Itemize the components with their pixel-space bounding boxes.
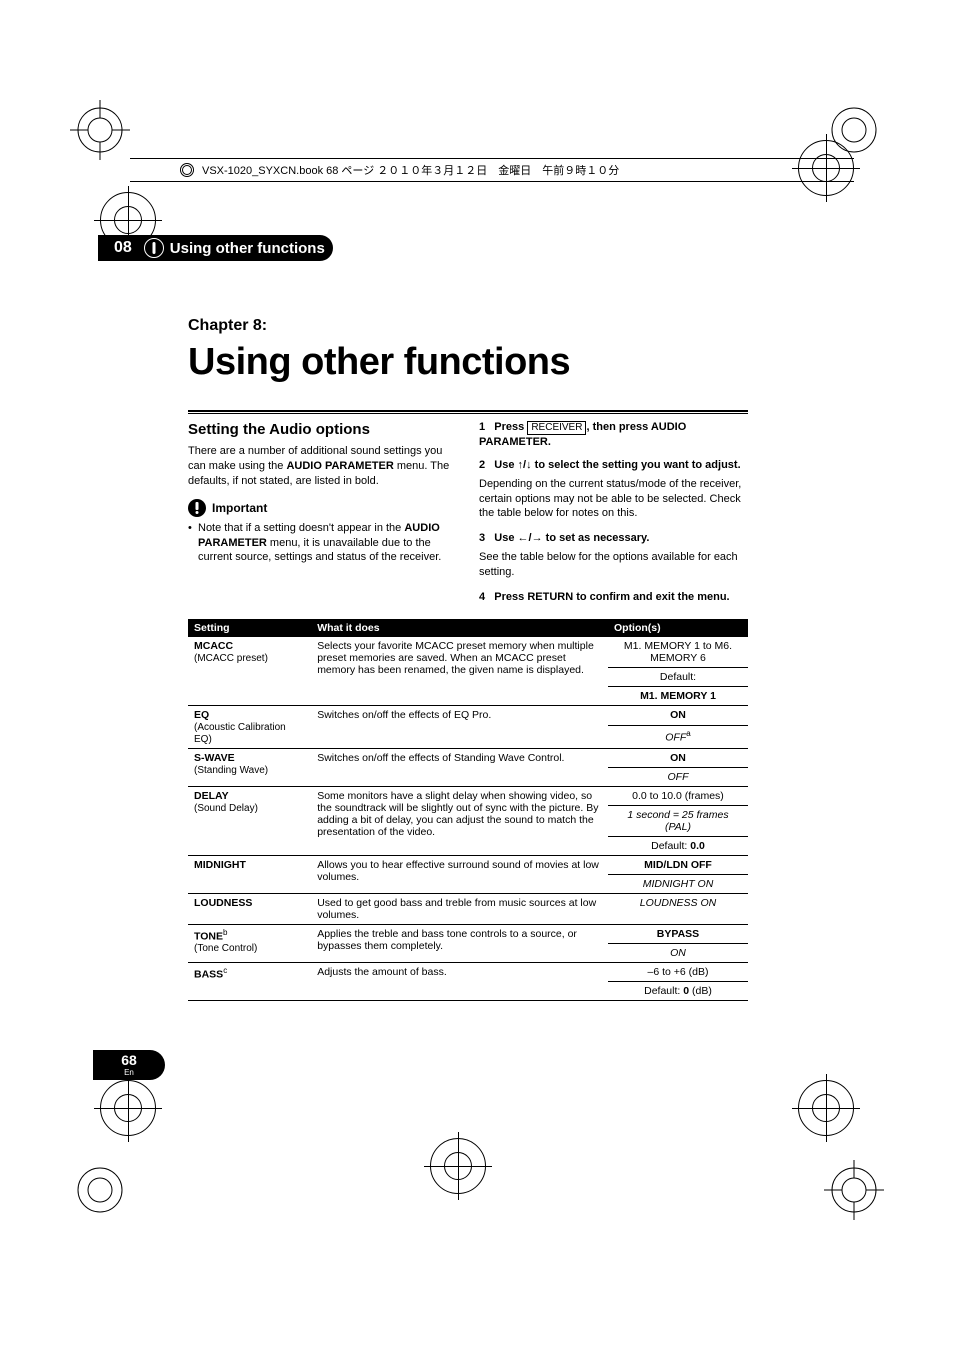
col-setting: Setting <box>188 619 311 637</box>
registration-mark-icon <box>70 1160 130 1220</box>
important-callout: Important <box>188 499 457 517</box>
setting-cell: MCACC(MCACC preset) <box>188 637 311 706</box>
setting-cell: TONEb(Tone Control) <box>188 924 311 962</box>
registration-mark-icon <box>70 100 130 160</box>
book-mark-icon <box>180 163 194 177</box>
col-options: Option(s) <box>608 619 748 637</box>
crosshair-icon <box>430 1138 486 1194</box>
desc-cell: Switches on/off the effects of EQ Pro. <box>311 705 608 748</box>
important-bullet: Note that if a setting doesn't appear in… <box>188 521 457 566</box>
settings-table: Setting What it does Option(s) MCACC(MCA… <box>188 619 748 1001</box>
desc-cell: Some monitors have a slight delay when s… <box>311 786 608 855</box>
table-row: BASScAdjusts the amount of bass.–6 to +6… <box>188 962 748 981</box>
setting-cell: BASSc <box>188 962 311 1000</box>
crosshair-icon <box>100 1080 156 1136</box>
option-cell: –6 to +6 (dB) <box>608 962 748 981</box>
table-row: MCACC(MCACC preset)Selects your favorite… <box>188 637 748 668</box>
table-row: LOUDNESSUsed to get good bass and treble… <box>188 893 748 924</box>
registration-mark-icon <box>824 1160 884 1220</box>
desc-cell: Applies the treble and bass tone control… <box>311 924 608 962</box>
option-cell: BYPASS <box>608 924 748 943</box>
option-cell: LOUDNESS ON <box>608 893 748 924</box>
source-file-text: VSX-1020_SYXCN.book 68 ページ ２０１０年３月１２日 金曜… <box>202 162 619 178</box>
option-cell: ON <box>608 748 748 767</box>
setting-cell: DELAY(Sound Delay) <box>188 786 311 855</box>
section-title: Using other functions <box>170 240 325 257</box>
desc-cell: Selects your favorite MCACC preset memor… <box>311 637 608 706</box>
important-icon <box>188 499 206 517</box>
left-column: Setting the Audio options There are a nu… <box>188 420 457 609</box>
option-cell: MID/LDN OFF <box>608 855 748 874</box>
option-cell: M1. MEMORY 1 to M6. MEMORY 6 <box>608 637 748 668</box>
intro-paragraph: There are a number of additional sound s… <box>188 444 457 489</box>
table-row: S-WAVE(Standing Wave)Switches on/off the… <box>188 748 748 767</box>
option-cell: MIDNIGHT ON <box>608 874 748 893</box>
title-rule <box>188 410 748 414</box>
desc-cell: Used to get good bass and treble from mu… <box>311 893 608 924</box>
option-cell: Default: 0.0 <box>608 836 748 855</box>
col-what: What it does <box>311 619 608 637</box>
setting-cell: S-WAVE(Standing Wave) <box>188 748 311 786</box>
table-row: EQ(Acoustic Calibration EQ)Switches on/o… <box>188 705 748 725</box>
section-number: 08 <box>114 239 132 257</box>
table-row: DELAY(Sound Delay)Some monitors have a s… <box>188 786 748 805</box>
important-label: Important <box>212 500 267 516</box>
option-cell: ON <box>608 705 748 725</box>
step-3-note: See the table below for the options avai… <box>479 550 748 580</box>
chapter-label: Chapter 8: <box>188 317 748 335</box>
page-number-badge: 68 En <box>93 1050 165 1080</box>
option-cell: 0.0 to 10.0 (frames) <box>608 786 748 805</box>
option-cell: Default: 0 (dB) <box>608 981 748 1000</box>
desc-cell: Switches on/off the effects of Standing … <box>311 748 608 786</box>
step-1: 1 Press RECEIVER, then press AUDIO PARAM… <box>479 420 748 450</box>
source-file-bar: VSX-1020_SYXCN.book 68 ページ ２０１０年３月１２日 金曜… <box>130 158 854 182</box>
page-number: 68 <box>121 1053 137 1067</box>
step-2-note: Depending on the current status/mode of … <box>479 477 748 522</box>
crosshair-icon <box>798 1080 854 1136</box>
setting-cell: EQ(Acoustic Calibration EQ) <box>188 705 311 748</box>
page-lang: En <box>124 1069 134 1077</box>
desc-cell: Allows you to hear effective surround so… <box>311 855 608 893</box>
page-title: Using other functions <box>188 341 748 384</box>
option-cell: OFFa <box>608 725 748 748</box>
option-cell: M1. MEMORY 1 <box>608 686 748 705</box>
step-2: 2 Use ↑/↓ to select the setting you want… <box>479 458 748 473</box>
right-column: 1 Press RECEIVER, then press AUDIO PARAM… <box>479 420 748 609</box>
option-cell: Default: <box>608 667 748 686</box>
setting-cell: MIDNIGHT <box>188 855 311 893</box>
tab-divider-icon <box>144 238 164 258</box>
section-tab: 08 Using other functions <box>98 235 333 261</box>
receiver-button-label: RECEIVER <box>527 421 586 435</box>
step-4: 4 Press RETURN to confirm and exit the m… <box>479 590 748 605</box>
option-cell: OFF <box>608 767 748 786</box>
desc-cell: Adjusts the amount of bass. <box>311 962 608 1000</box>
option-cell: 1 second = 25 frames (PAL) <box>608 805 748 836</box>
setting-cell: LOUDNESS <box>188 893 311 924</box>
subsection-heading: Setting the Audio options <box>188 420 457 440</box>
option-cell: ON <box>608 943 748 962</box>
table-row: MIDNIGHTAllows you to hear effective sur… <box>188 855 748 874</box>
table-row: TONEb(Tone Control)Applies the treble an… <box>188 924 748 943</box>
step-3: 3 Use ←/→ to set as necessary. <box>479 531 748 546</box>
